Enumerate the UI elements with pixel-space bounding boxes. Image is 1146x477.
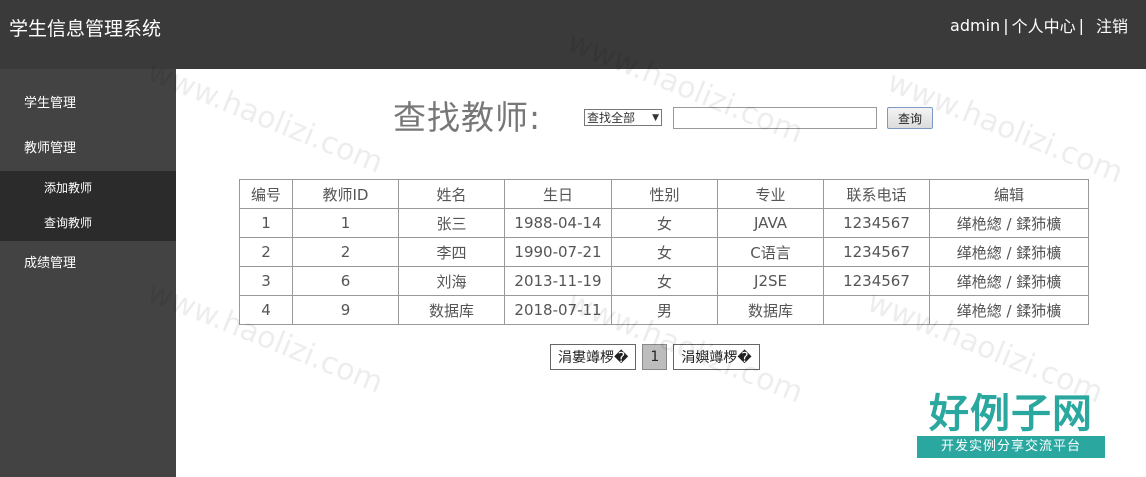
cell-major: J2SE <box>717 266 824 296</box>
logout-link[interactable]: 注销 <box>1096 13 1128 37</box>
cell-major: C语言 <box>717 237 824 267</box>
table-header-row: 编号 教师ID 姓名 生日 性别 专业 联系电话 编辑 <box>239 179 1089 209</box>
current-page-button[interactable]: 1 <box>642 344 668 370</box>
delete-link[interactable]: 鍒犻櫎 <box>1016 215 1061 233</box>
cell-birthday: 2013-11-19 <box>504 266 612 296</box>
action-separator: / <box>1001 214 1017 233</box>
sidebar-item-students[interactable]: 学生管理 <box>0 81 176 126</box>
table-row: 4 9 数据库 2018-07-11 男 数据库 缂栬緫 / 鍒犻櫎 <box>239 295 1089 325</box>
top-bar: 学生信息管理系统 admin | 个人中心 | 注销 <box>0 0 1146 69</box>
nav-separator: | <box>1078 15 1084 35</box>
edit-link[interactable]: 缂栬緫 <box>957 302 1002 320</box>
column-header: 姓名 <box>398 179 505 209</box>
logo-subtitle: 开发实例分享交流平台 <box>917 436 1105 458</box>
cell-birthday: 1990-07-21 <box>504 237 612 267</box>
cell-actions: 缂栬緫 / 鍒犻櫎 <box>929 266 1089 296</box>
table-row: 2 2 李四 1990-07-21 女 C语言 1234567 缂栬緫 / 鍒犻… <box>239 237 1089 267</box>
teacher-submenu: 添加教师 查询教师 <box>0 171 176 241</box>
edit-link[interactable]: 缂栬緫 <box>957 215 1002 233</box>
sidebar-item-teachers[interactable]: 教师管理 <box>0 126 176 171</box>
cell-actions: 缂栬緫 / 鍒犻櫎 <box>929 295 1089 325</box>
cell-teacher-id: 9 <box>292 295 399 325</box>
cell-teacher-id: 1 <box>292 208 399 238</box>
delete-link[interactable]: 鍒犻櫎 <box>1016 244 1061 262</box>
next-page-button[interactable]: 涓嬩竴椤� <box>673 344 760 370</box>
profile-link[interactable]: 个人中心 <box>1012 13 1076 37</box>
table-row: 3 6 刘海 2013-11-19 女 J2SE 1234567 缂栬緫 / 鍒… <box>239 266 1089 296</box>
username: admin <box>950 15 1001 35</box>
search-scope-value: 查找全部 <box>587 111 636 125</box>
edit-link[interactable]: 缂栬緫 <box>957 273 1002 291</box>
cell-name: 刘海 <box>398 266 505 296</box>
table-row: 1 1 张三 1988-04-14 女 JAVA 1234567 缂栬緫 / 鍒… <box>239 208 1089 238</box>
column-header: 专业 <box>717 179 824 209</box>
pagination: 涓婁竴椤� 1 涓嬩竴椤� <box>550 344 760 370</box>
search-input[interactable] <box>673 107 877 129</box>
user-nav: admin | 个人中心 | 注销 <box>950 13 1128 37</box>
cell-gender: 女 <box>611 208 718 238</box>
cell-number: 1 <box>239 208 293 238</box>
app-title: 学生信息管理系统 <box>9 18 162 40</box>
sidebar-item-grades[interactable]: 成绩管理 <box>0 241 176 286</box>
column-header: 教师ID <box>292 179 399 209</box>
cell-name: 张三 <box>398 208 505 238</box>
cell-gender: 女 <box>611 237 718 267</box>
cell-major: JAVA <box>717 208 824 238</box>
cell-teacher-id: 6 <box>292 266 399 296</box>
sidebar-item-query-teacher[interactable]: 查询教师 <box>0 206 176 241</box>
chevron-down-icon: ▼ <box>652 112 659 123</box>
cell-number: 3 <box>239 266 293 296</box>
cell-number: 2 <box>239 237 293 267</box>
sidebar-item-add-teacher[interactable]: 添加教师 <box>0 171 176 206</box>
cell-birthday: 1988-04-14 <box>504 208 612 238</box>
cell-name: 数据库 <box>398 295 505 325</box>
cell-phone: 1234567 <box>823 266 930 296</box>
column-header: 联系电话 <box>823 179 930 209</box>
cell-number: 4 <box>239 295 293 325</box>
edit-link[interactable]: 缂栬緫 <box>957 244 1002 262</box>
nav-separator: | <box>1003 15 1009 35</box>
cell-phone: 1234567 <box>823 237 930 267</box>
delete-link[interactable]: 鍒犻櫎 <box>1016 302 1061 320</box>
logo-title: 好例子网 <box>929 390 1093 437</box>
cell-gender: 女 <box>611 266 718 296</box>
action-separator: / <box>1001 243 1017 262</box>
cell-gender: 男 <box>611 295 718 325</box>
column-header: 编辑 <box>929 179 1089 209</box>
action-separator: / <box>1001 272 1017 291</box>
cell-birthday: 2018-07-11 <box>504 295 612 325</box>
search-scope-select[interactable]: 查找全部 ▼ <box>584 109 662 126</box>
cell-teacher-id: 2 <box>292 237 399 267</box>
cell-actions: 缂栬緫 / 鍒犻櫎 <box>929 237 1089 267</box>
cell-actions: 缂栬緫 / 鍒犻櫎 <box>929 208 1089 238</box>
sidebar: 学生管理 教师管理 添加教师 查询教师 成绩管理 <box>0 69 176 477</box>
teacher-table: 编号 教师ID 姓名 生日 性别 专业 联系电话 编辑 1 1 张三 1988-… <box>239 179 1089 325</box>
delete-link[interactable]: 鍒犻櫎 <box>1016 273 1061 291</box>
action-separator: / <box>1001 301 1017 320</box>
column-header: 生日 <box>504 179 612 209</box>
cell-phone: 1234567 <box>823 208 930 238</box>
search-button[interactable]: 查询 <box>887 107 933 129</box>
prev-page-button[interactable]: 涓婁竴椤� <box>550 344 637 370</box>
cell-phone <box>823 295 930 325</box>
site-logo: 好例子网 开发实例分享交流平台 <box>917 392 1105 458</box>
page-title: 查找教师: <box>393 98 542 137</box>
cell-name: 李四 <box>398 237 505 267</box>
column-header: 性别 <box>611 179 718 209</box>
cell-major: 数据库 <box>717 295 824 325</box>
column-header: 编号 <box>239 179 293 209</box>
